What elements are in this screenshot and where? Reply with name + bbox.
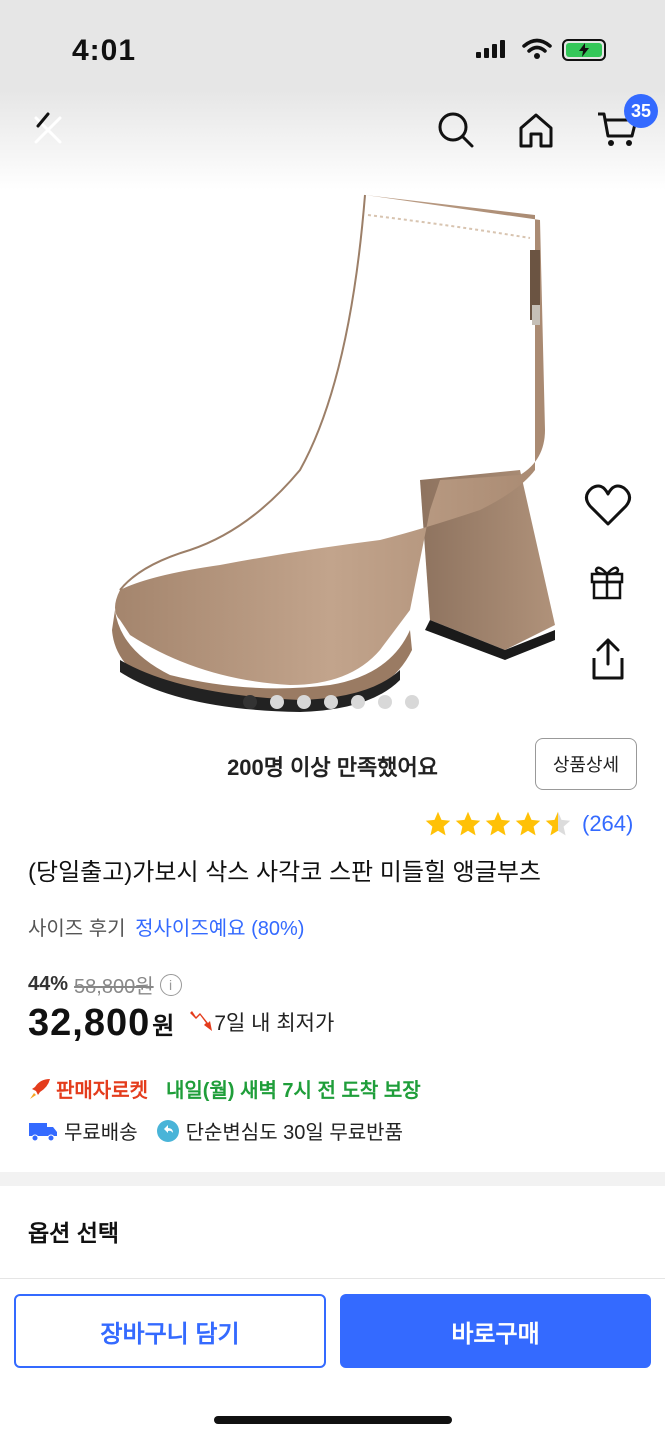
review-count[interactable]: (264) (582, 811, 633, 837)
rocket-delivery-row: 판매자로켓 내일(월) 새벽 7시 전 도착 보장 (28, 1074, 421, 1103)
rocket-icon (30, 1078, 50, 1099)
star-icon (455, 811, 481, 836)
star-icon (485, 811, 511, 836)
original-price-row: 44% 58,800원 i (28, 970, 182, 999)
lowest-price-text: 7일 내 최저가 (214, 1012, 335, 1035)
pagination-dot[interactable] (351, 695, 365, 709)
pagination-dot[interactable] (297, 695, 311, 709)
seller-rocket-label: 판매자로켓 (56, 1080, 148, 1102)
satisfaction-count: 200명 (227, 755, 285, 780)
star-icon (545, 811, 571, 836)
size-review-label: 사이즈 후기 (28, 918, 126, 940)
image-pagination[interactable] (243, 695, 419, 709)
section-divider (0, 1172, 665, 1186)
home-icon[interactable] (516, 110, 556, 150)
top-navigation (0, 90, 665, 190)
battery-icon (562, 39, 606, 61)
rating-stars (424, 810, 572, 838)
free-shipping: 무료배송 (64, 1122, 138, 1144)
gift-icon[interactable] (584, 560, 632, 604)
product-title: (당일출고)가보시 삭스 사각코 스판 미들힐 앵글부츠 (28, 859, 542, 886)
status-time: 4:01 (72, 34, 137, 67)
original-price: 58,800원 (74, 976, 154, 998)
satisfaction-label: 이상 만족했어요 (284, 755, 438, 780)
info-icon[interactable]: i (159, 973, 182, 996)
wifi-icon (522, 38, 552, 59)
star-icon (425, 811, 451, 836)
sale-price: 32,800 (28, 1002, 151, 1044)
share-icon[interactable] (584, 636, 632, 684)
buy-now-button[interactable]: 바로구매 (340, 1294, 651, 1368)
pagination-dot[interactable] (270, 695, 284, 709)
star-icon (515, 811, 541, 836)
add-to-cart-button[interactable]: 장바구니 담기 (14, 1294, 326, 1368)
search-icon[interactable] (436, 110, 476, 150)
cart-badge[interactable]: 35 (624, 94, 658, 128)
pagination-dot[interactable] (324, 695, 338, 709)
delivery-guarantee: 내일(월) 새벽 7시 전 도착 보장 (166, 1080, 421, 1102)
arrow-down-icon (190, 1011, 213, 1031)
option-section-title[interactable]: 옵션 선택 (28, 1214, 119, 1248)
free-return: 단순변심도 30일 무료반품 (185, 1122, 403, 1144)
currency-unit: 원 (152, 1013, 175, 1040)
rating[interactable]: (264) (424, 810, 633, 838)
lowest-price-badge: 7일 내 최저가 (188, 1007, 334, 1037)
back-close-icon[interactable] (28, 110, 68, 150)
truck-icon (29, 1122, 57, 1141)
benefits-row: 무료배송 단순변심도 30일 무료반품 (28, 1116, 403, 1145)
return-icon (156, 1119, 179, 1142)
product-image[interactable] (0, 180, 665, 720)
discount-rate: 44% (28, 973, 69, 995)
heart-icon[interactable] (584, 484, 632, 528)
status-bar: 4:01 (0, 0, 665, 90)
size-review-value[interactable]: 정사이즈예요 (80%) (135, 918, 304, 940)
pagination-dot[interactable] (405, 695, 419, 709)
pagination-dot[interactable] (378, 695, 392, 709)
product-detail-button[interactable]: 상품상세 (535, 738, 637, 790)
signal-icon (476, 40, 505, 58)
size-review[interactable]: 사이즈 후기 정사이즈예요 (80%) (28, 912, 304, 941)
home-indicator[interactable] (214, 1416, 452, 1424)
pagination-dot[interactable] (243, 695, 257, 709)
sale-price-row: 32,800 원 7일 내 최저가 (28, 1002, 334, 1045)
